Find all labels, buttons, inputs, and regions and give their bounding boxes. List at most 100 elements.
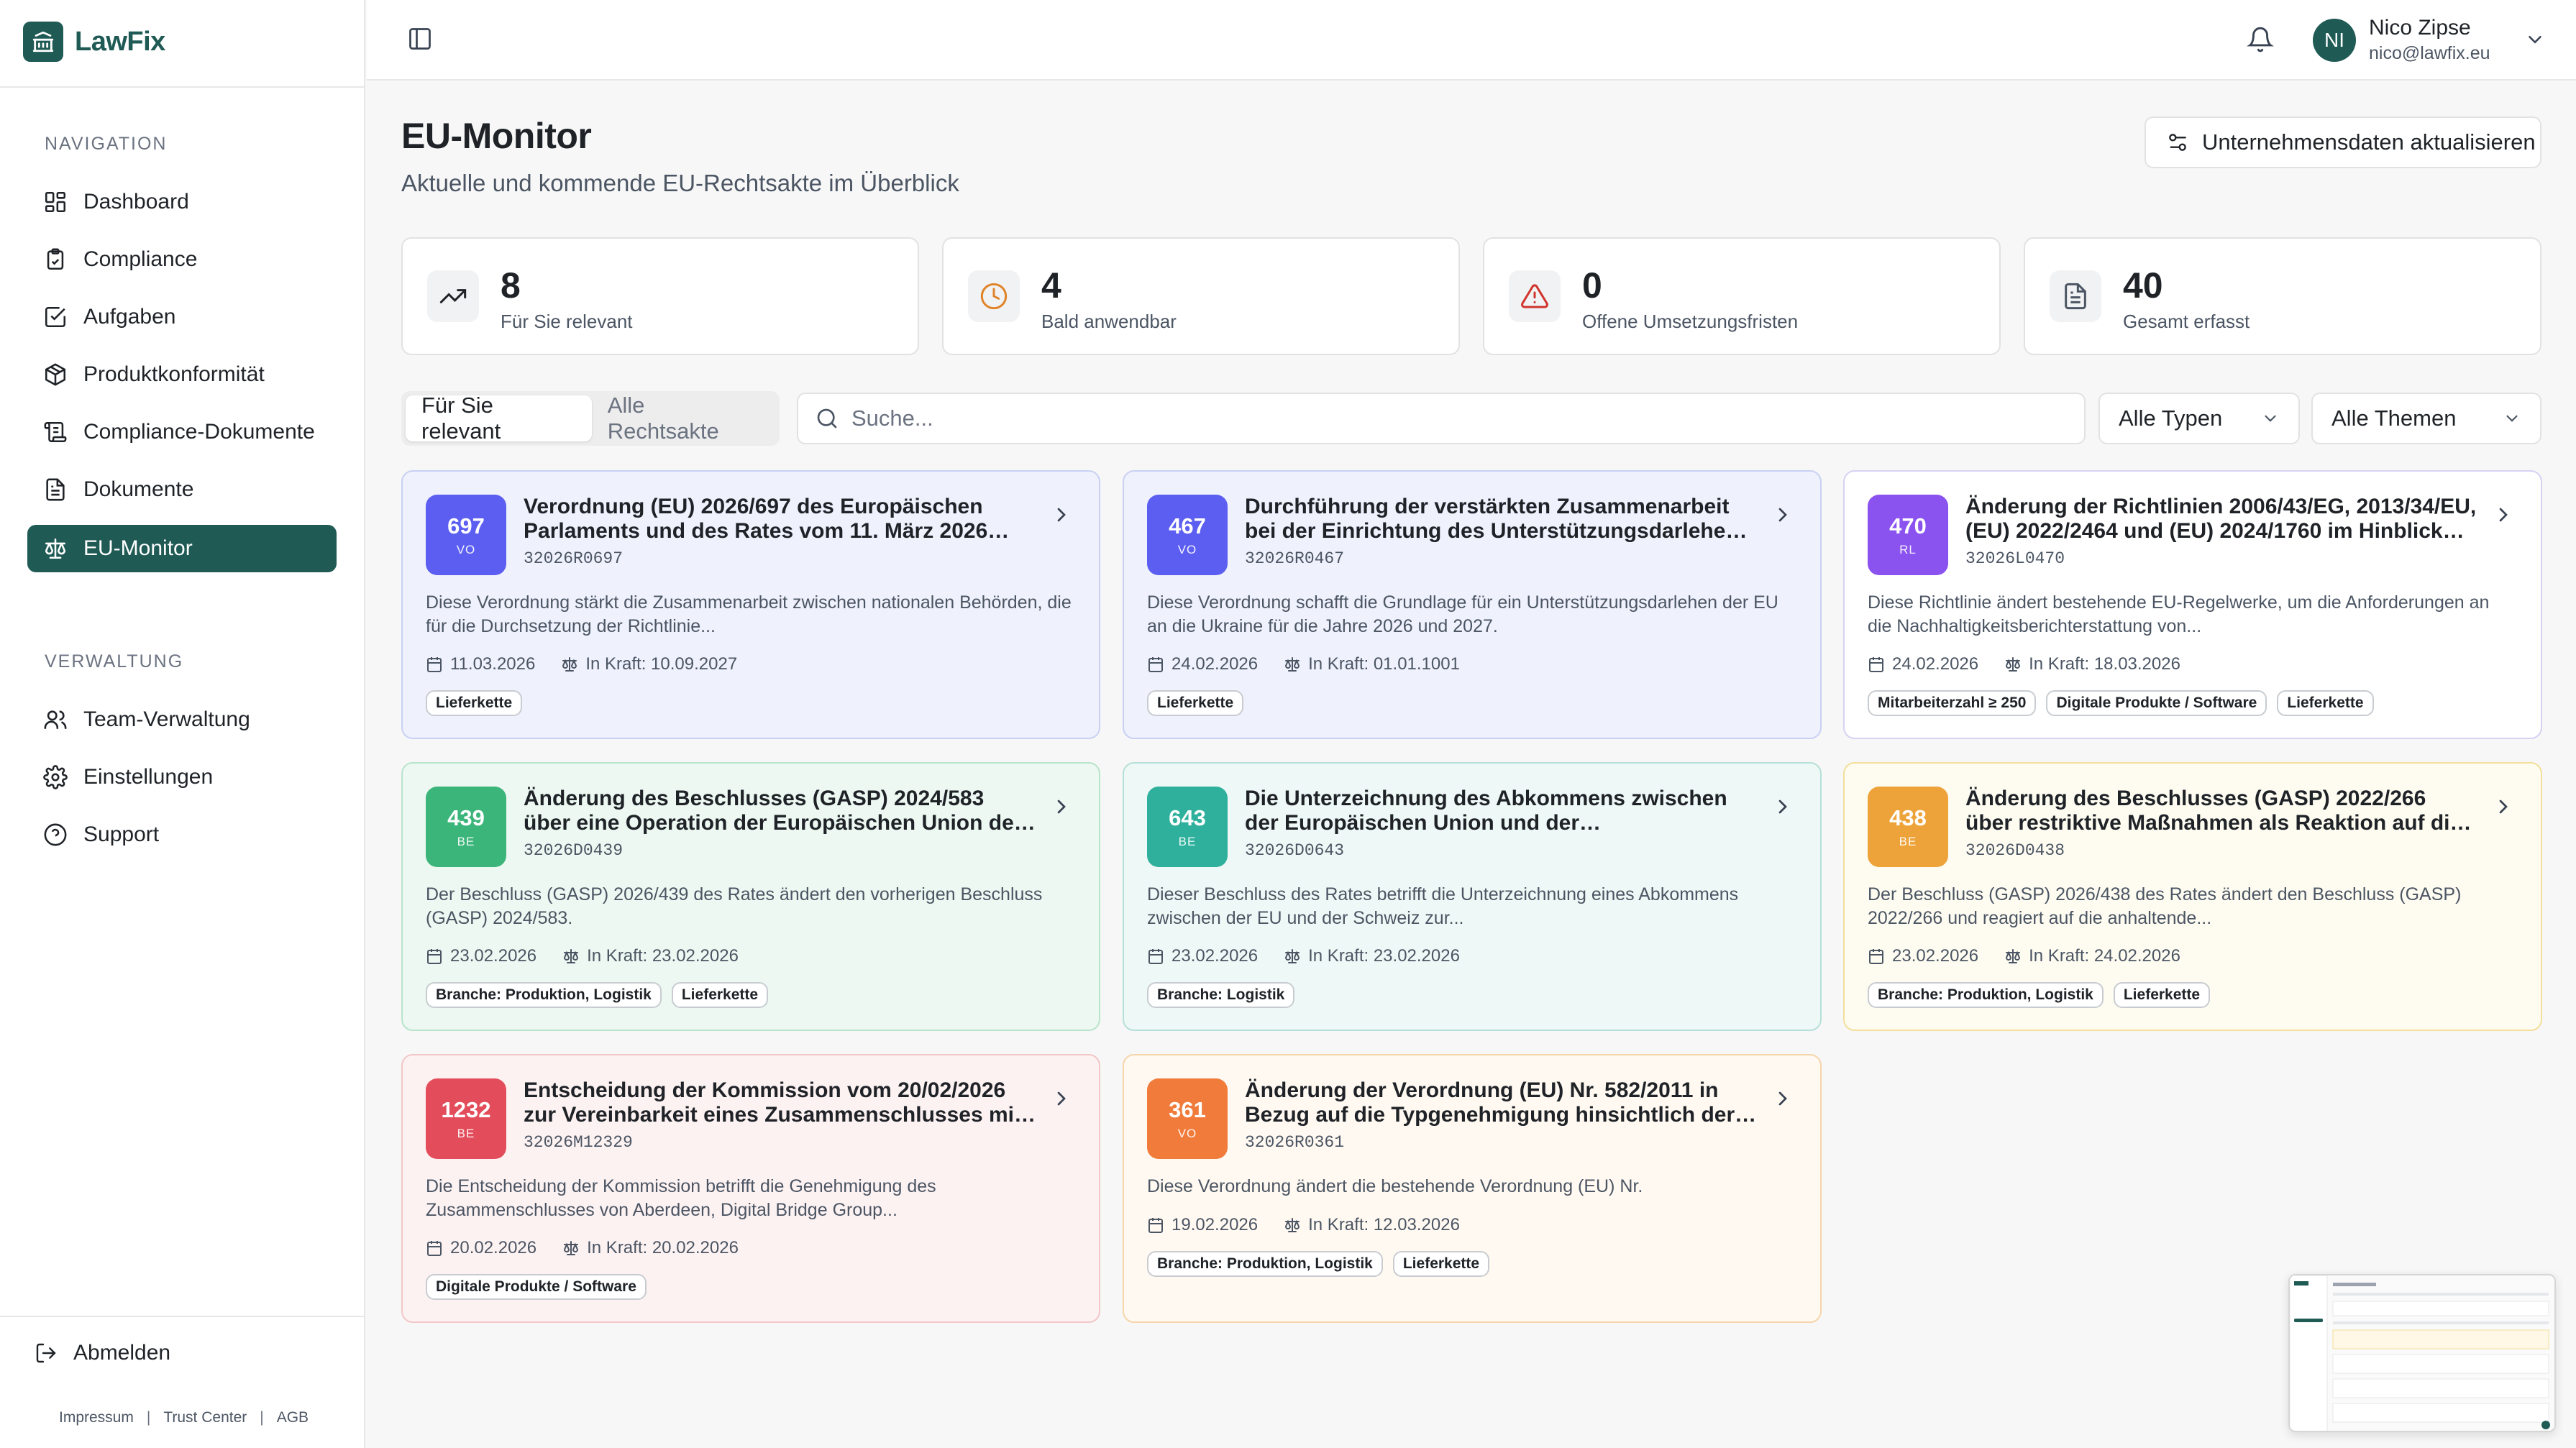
sidebar-item-label: Team-Verwaltung bbox=[83, 707, 250, 731]
act-type: VO bbox=[1177, 1126, 1197, 1140]
scale-icon bbox=[45, 538, 66, 559]
sidebar-item-compliance[interactable]: Compliance bbox=[27, 236, 337, 283]
document-icon bbox=[46, 478, 65, 501]
chevron-right-icon bbox=[2499, 508, 2508, 522]
act-meta: 19.02.2026 In Kraft: 12.03.2026 bbox=[1147, 1215, 1460, 1235]
act-meta: 23.02.2026 In Kraft: 23.02.2026 bbox=[426, 946, 739, 966]
type-select[interactable]: Alle Typen bbox=[2098, 393, 2300, 444]
footer-separator: | bbox=[146, 1409, 151, 1426]
sidebar-item-label: Dokumente bbox=[83, 477, 194, 501]
act-meta: 23.02.2026 In Kraft: 24.02.2026 bbox=[1868, 946, 2180, 966]
tag[interactable]: Branche: Produktion, Logistik bbox=[1868, 982, 2104, 1008]
act-badge: 439 BE bbox=[426, 787, 506, 867]
update-company-data-button[interactable]: Unternehmensdaten aktualisieren bbox=[2145, 116, 2541, 168]
sidebar-item-label: Compliance bbox=[83, 247, 198, 271]
sidebar-item-aufgaben[interactable]: Aufgaben bbox=[27, 293, 337, 341]
user-name: Nico Zipse bbox=[2369, 16, 2471, 40]
calendar-icon bbox=[427, 949, 442, 964]
act-in-force: In Kraft: 12.03.2026 bbox=[1308, 1215, 1460, 1234]
chevron-right-icon bbox=[1778, 508, 1787, 522]
stat-value: 4 bbox=[1041, 265, 1061, 306]
footer-links: Impressum | Trust Center | AGB bbox=[59, 1409, 309, 1426]
act-description: Der Beschluss (GASP) 2026/439 des Rates … bbox=[426, 884, 1043, 928]
act-tags: Digitale Produkte / Software bbox=[426, 1274, 647, 1300]
scale-icon bbox=[1285, 949, 1300, 963]
tag[interactable]: Lieferkette bbox=[671, 982, 769, 1008]
tab-fuer-sie-relevant[interactable]: Für Sie relevant bbox=[406, 393, 592, 444]
act-description: Der Beschluss (GASP) 2026/438 des Rates … bbox=[1868, 884, 2462, 928]
users-icon bbox=[44, 710, 67, 729]
calendar-icon bbox=[1148, 949, 1163, 964]
tag[interactable]: Mitarbeiterzahl ≥ 250 bbox=[1868, 690, 2037, 716]
legal-act-card[interactable]: 467 VO Durchführung der verstärkten Zusa… bbox=[1123, 470, 1822, 739]
tag[interactable]: Lieferkette bbox=[426, 690, 523, 716]
agb-link[interactable]: AGB bbox=[277, 1409, 309, 1426]
gear-icon bbox=[43, 765, 68, 789]
legal-act-card[interactable]: 697 VO Verordnung (EU) 2026/697 des Euro… bbox=[401, 470, 1100, 739]
sidebar-toggle-icon[interactable] bbox=[407, 26, 433, 52]
scale-icon bbox=[2006, 657, 2021, 672]
act-title: Die Unterzeichnung des Abkommens zwische… bbox=[1245, 787, 1727, 835]
legal-act-card[interactable]: 1232 BE Entscheidung der Kommission vom … bbox=[401, 1054, 1100, 1323]
sidebar-item-support[interactable]: Support bbox=[27, 811, 337, 858]
package-icon bbox=[45, 363, 66, 386]
legal-act-card[interactable]: 439 BE Änderung des Beschlusses (GASP) 2… bbox=[401, 762, 1100, 1031]
act-date: 11.03.2026 bbox=[450, 654, 536, 674]
sidebar-item-einstellungen[interactable]: Einstellungen bbox=[27, 753, 337, 801]
logout-button[interactable]: Abmelden bbox=[35, 1341, 170, 1365]
act-celex: 32026D0438 bbox=[1965, 841, 2065, 860]
impressum-link[interactable]: Impressum bbox=[59, 1409, 134, 1426]
legal-act-card[interactable]: 643 BE Die Unterzeichnung des Abkommens … bbox=[1123, 762, 1822, 1031]
sidebar-item-eu-monitor[interactable]: EU-Monitor bbox=[27, 525, 337, 572]
avatar[interactable]: NI bbox=[2313, 19, 2356, 62]
act-badge: 643 BE bbox=[1147, 787, 1228, 867]
sidebar-item-label: Compliance-Dokumente bbox=[83, 420, 315, 444]
tag[interactable]: Branche: Produktion, Logistik bbox=[1147, 1251, 1383, 1277]
brand[interactable]: LawFix bbox=[23, 22, 165, 62]
chevron-down-icon[interactable] bbox=[2524, 29, 2546, 50]
calendar-icon bbox=[1148, 1218, 1163, 1233]
legal-act-card[interactable]: 470 RL Änderung der Richtlinien 2006/43/… bbox=[1843, 470, 2542, 739]
act-badge: 697 VO bbox=[426, 495, 506, 575]
tag[interactable]: Branche: Produktion, Logistik bbox=[426, 982, 662, 1008]
topic-select[interactable]: Alle Themen bbox=[2311, 393, 2541, 444]
legal-act-card[interactable]: 438 BE Änderung des Beschlusses (GASP) 2… bbox=[1843, 762, 2542, 1031]
act-description: Diese Verordnung stärkt die Zusammenarbe… bbox=[426, 592, 1072, 636]
bell-icon[interactable] bbox=[2247, 26, 2274, 53]
sidebar-item-dashboard[interactable]: Dashboard bbox=[27, 178, 337, 226]
sidebar-item-produktkonformitaet[interactable]: Produktkonformität bbox=[27, 351, 337, 398]
calendar-icon bbox=[427, 657, 442, 672]
page-preview-thumbnail[interactable] bbox=[2288, 1274, 2556, 1432]
sidebar-item-compliance-dokumente[interactable]: Compliance-Dokumente bbox=[27, 408, 337, 456]
act-badge: 467 VO bbox=[1147, 495, 1228, 575]
page-subtitle: Aktuelle und kommende EU-Rechtsakte im Ü… bbox=[401, 170, 959, 196]
sidebar-item-dokumente[interactable]: Dokumente bbox=[27, 466, 337, 513]
sidebar-item-label: EU-Monitor bbox=[83, 536, 193, 560]
act-celex: 32026R0361 bbox=[1245, 1133, 1345, 1152]
act-number: 470 bbox=[1889, 513, 1927, 539]
act-description: Diese Verordnung schafft die Grundlage f… bbox=[1147, 592, 1778, 636]
trust-center-link[interactable]: Trust Center bbox=[163, 1409, 247, 1426]
act-date: 19.02.2026 bbox=[1171, 1215, 1259, 1234]
act-celex: 32026M12329 bbox=[524, 1133, 633, 1152]
stat-label: Für Sie relevant bbox=[501, 311, 633, 332]
sidebar-item-team-verwaltung[interactable]: Team-Verwaltung bbox=[27, 696, 337, 743]
act-celex: 32026D0439 bbox=[524, 841, 624, 860]
tab-alle-rechtsakte[interactable]: Alle Rechtsakte bbox=[592, 393, 775, 444]
act-title: Verordnung (EU) 2026/697 des Europäische… bbox=[524, 495, 988, 543]
tag[interactable]: Lieferkette bbox=[2113, 982, 2211, 1008]
legal-act-card[interactable]: 361 VO Änderung der Verordnung (EU) Nr. … bbox=[1123, 1054, 1822, 1323]
tag[interactable]: Digitale Produkte / Software bbox=[2046, 690, 2267, 716]
tag[interactable]: Lieferkette bbox=[1147, 690, 1244, 716]
scale-icon bbox=[564, 1241, 579, 1255]
tag[interactable]: Branche: Logistik bbox=[1147, 982, 1295, 1008]
search-box[interactable] bbox=[797, 393, 2086, 444]
sidebar: LawFix NAVIGATION Dashboard Compliance A… bbox=[0, 0, 365, 1448]
search-input[interactable] bbox=[851, 405, 2002, 431]
footer-separator: | bbox=[260, 1409, 264, 1426]
act-title: Änderung des Beschlusses (GASP) 2022/266… bbox=[1965, 787, 2462, 835]
tag[interactable]: Digitale Produkte / Software bbox=[426, 1274, 647, 1300]
sidebar-item-label: Aufgaben bbox=[83, 305, 176, 329]
tag[interactable]: Lieferkette bbox=[1392, 1251, 1490, 1277]
tag[interactable]: Lieferkette bbox=[2277, 690, 2374, 716]
